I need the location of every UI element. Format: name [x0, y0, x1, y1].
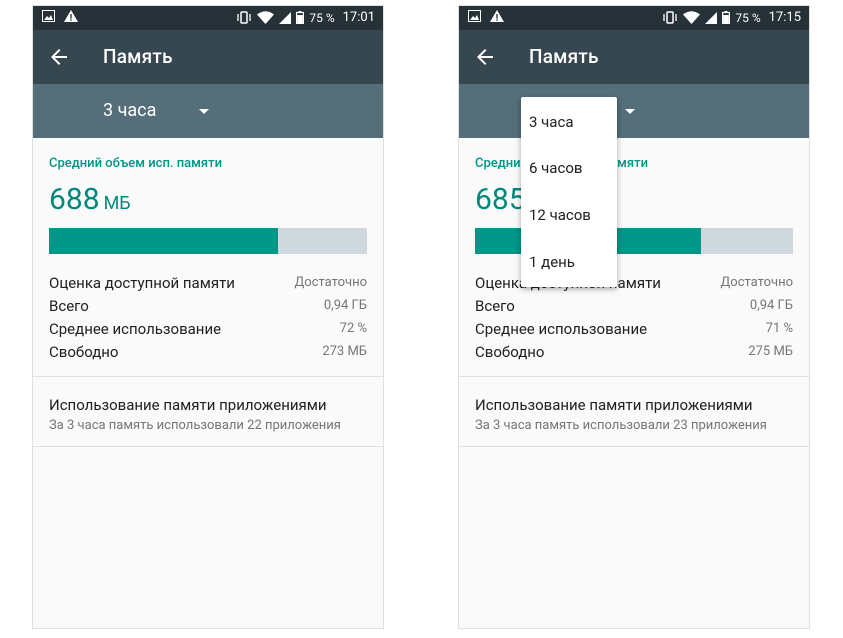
- stat-row-average: Среднее использование 71 %: [475, 320, 793, 342]
- app-memory-usage-subtitle: За 3 часа память использовали 23 приложе…: [475, 418, 767, 433]
- stat-label: Всего: [475, 297, 515, 315]
- app-memory-usage-title[interactable]: Использование памяти приложениями: [49, 396, 327, 414]
- battery-icon: [722, 11, 731, 24]
- divider: [459, 446, 809, 447]
- back-arrow-icon[interactable]: [47, 45, 71, 69]
- stat-row-availability: Оценка доступной памяти Достаточно: [49, 274, 367, 296]
- stat-row-average: Среднее использование 72 %: [49, 320, 367, 342]
- wifi-icon: [683, 11, 701, 24]
- vibrate-icon: [662, 11, 678, 24]
- memory-usage-bar: [49, 228, 367, 254]
- signal-icon: [705, 11, 718, 24]
- dropdown-arrow-icon[interactable]: [625, 109, 635, 114]
- page-title: Память: [529, 45, 599, 68]
- dropdown-option[interactable]: 6 часов: [529, 159, 582, 177]
- battery-percent: 75 %: [735, 10, 761, 25]
- avg-memory-unit: МБ: [103, 193, 131, 214]
- clock: 17:01: [342, 10, 375, 25]
- dropdown-option[interactable]: 1 день: [529, 253, 575, 271]
- stat-value: 71 %: [765, 321, 793, 336]
- stat-value: 273 МБ: [322, 344, 367, 359]
- app-memory-usage-title[interactable]: Использование памяти приложениями: [475, 396, 753, 414]
- spinner-selected-value[interactable]: 3 часа: [103, 100, 156, 121]
- stat-value: Достаточно: [720, 275, 794, 290]
- time-range-spinner[interactable]: 3 часа: [33, 84, 383, 138]
- dropdown-option[interactable]: 12 часов: [529, 206, 591, 224]
- dropdown-arrow-icon[interactable]: [199, 109, 209, 114]
- warning-icon: [490, 10, 504, 22]
- stat-label: Всего: [49, 297, 89, 315]
- avg-memory-value: 688 МБ: [49, 182, 131, 217]
- app-bar: Память: [459, 30, 809, 84]
- avg-memory-number: 685: [475, 182, 526, 217]
- stat-value: 0,94 ГБ: [323, 298, 367, 313]
- dropdown-option[interactable]: 3 часа: [529, 113, 573, 131]
- stat-row-free: Свободно 275 МБ: [475, 343, 793, 365]
- time-range-dropdown-menu: 3 часа 6 часов 12 часов 1 день: [521, 97, 617, 287]
- warning-icon: [64, 10, 78, 22]
- phone-screen-2: 75 % 17:15 Память Средний объем исп. пам…: [458, 5, 810, 629]
- avg-memory-number: 688: [49, 182, 100, 217]
- time-range-spinner[interactable]: [459, 84, 809, 138]
- status-bar: 75 % 17:01: [33, 6, 383, 30]
- stat-label: Среднее использование: [475, 320, 648, 338]
- divider: [33, 376, 383, 377]
- app-memory-usage-subtitle: За 3 часа память использовали 22 приложе…: [49, 418, 341, 433]
- phone-screen-1: 75 % 17:01 Память 3 часа Средний объем и…: [32, 5, 384, 629]
- stat-row-free: Свободно 273 МБ: [49, 343, 367, 365]
- stat-label: Свободно: [475, 343, 545, 361]
- stat-label: Свободно: [49, 343, 119, 361]
- avg-memory-label: Средний объем исп. памяти: [49, 156, 223, 171]
- memory-usage-fill: [49, 228, 278, 254]
- wifi-icon: [257, 11, 275, 24]
- clock: 17:15: [768, 10, 801, 25]
- image-icon: [42, 10, 55, 22]
- status-bar: 75 % 17:15: [459, 6, 809, 30]
- battery-percent: 75 %: [309, 10, 335, 25]
- page-title: Память: [103, 45, 173, 68]
- stat-row-total: Всего 0,94 ГБ: [49, 297, 367, 319]
- stat-value: 72 %: [339, 321, 367, 336]
- vibrate-icon: [236, 11, 252, 24]
- divider: [459, 376, 809, 377]
- image-icon: [468, 10, 481, 22]
- stat-value: 0,94 ГБ: [749, 298, 793, 313]
- app-bar: Память: [33, 30, 383, 84]
- stat-value: 275 МБ: [748, 344, 793, 359]
- stat-label: Среднее использование: [49, 320, 222, 338]
- signal-icon: [279, 11, 292, 24]
- battery-icon: [296, 11, 305, 24]
- divider: [33, 446, 383, 447]
- stat-value: Достаточно: [294, 275, 368, 290]
- back-arrow-icon[interactable]: [473, 45, 497, 69]
- stat-label: Оценка доступной памяти: [49, 274, 235, 292]
- stat-row-total: Всего 0,94 ГБ: [475, 297, 793, 319]
